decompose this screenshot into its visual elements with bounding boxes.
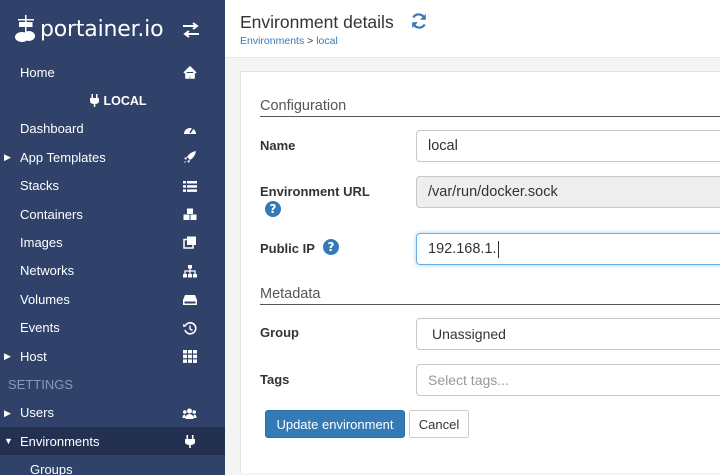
- breadcrumb-link-local[interactable]: local: [316, 35, 338, 47]
- environment-url-value: /var/run/docker.sock: [428, 184, 558, 200]
- group-select[interactable]: Unassigned: [416, 318, 720, 350]
- sidebar-environment-name: LOCAL: [0, 86, 225, 114]
- refresh-icon[interactable]: [410, 12, 428, 30]
- environment-form-card: Configuration Name local Environment URL…: [240, 71, 720, 473]
- tags-label: Tags: [260, 372, 290, 387]
- update-environment-button[interactable]: Update environment: [265, 410, 405, 438]
- environment-url-input: /var/run/docker.sock: [416, 176, 720, 208]
- rocket-icon: [184, 151, 196, 164]
- sidebar-item-host[interactable]: ▶ Host: [0, 342, 225, 370]
- cancel-button[interactable]: Cancel: [409, 410, 469, 438]
- help-icon[interactable]: ?: [265, 201, 281, 217]
- group-label: Group: [260, 325, 299, 340]
- th-icon: [183, 349, 197, 363]
- chevron-right-icon: ▶: [4, 407, 11, 418]
- cubes-icon: [183, 208, 197, 220]
- public-ip-value: 192.168.1.: [428, 241, 497, 257]
- sidebar: portainer.io Home LOCAL Dashboard ▶ App …: [0, 0, 225, 475]
- users-icon: [182, 408, 197, 419]
- public-ip-input[interactable]: 192.168.1.: [416, 233, 720, 265]
- sidebar-settings-header: SETTINGS: [8, 376, 74, 392]
- plug-icon: [90, 94, 100, 108]
- sitemap-icon: [183, 264, 197, 278]
- environment-url-label: Environment URL: [260, 184, 370, 199]
- page-header: Environment details Environments > local: [225, 0, 720, 58]
- sidebar-item-stacks[interactable]: Stacks: [0, 172, 225, 200]
- home-icon: [183, 66, 197, 79]
- chevron-down-icon: ▼: [4, 436, 13, 447]
- list-icon: [183, 180, 197, 192]
- logo[interactable]: portainer.io: [0, 0, 225, 58]
- history-icon: [183, 321, 197, 335]
- configuration-section-title: Configuration: [260, 98, 720, 117]
- chevron-right-icon: ▶: [4, 350, 11, 361]
- sidebar-item-volumes[interactable]: Volumes: [0, 285, 225, 313]
- tags-select[interactable]: Select tags...: [416, 364, 720, 396]
- sidebar-item-label: Groups: [30, 462, 73, 475]
- sidebar-item-events[interactable]: Events: [0, 314, 225, 342]
- name-input[interactable]: local: [416, 130, 720, 162]
- clone-icon: [183, 236, 196, 250]
- name-input-value: local: [428, 138, 458, 154]
- sidebar-toggle-icon[interactable]: [181, 22, 201, 38]
- main-content: Configuration Name local Environment URL…: [225, 58, 720, 475]
- sidebar-item-groups[interactable]: Groups: [0, 455, 225, 475]
- breadcrumb-link-environments[interactable]: Environments: [240, 35, 304, 47]
- plug-icon: [185, 435, 195, 449]
- chevron-right-icon: ▶: [4, 152, 11, 163]
- sidebar-item-users[interactable]: ▶ Users: [0, 399, 225, 427]
- metadata-section-title: Metadata: [260, 286, 720, 305]
- tachometer-icon: [184, 127, 196, 134]
- text-cursor: [497, 240, 499, 258]
- sidebar-item-environments[interactable]: ▼ Environments: [0, 427, 225, 456]
- help-icon[interactable]: ?: [323, 239, 339, 255]
- page-title: Environment details: [240, 12, 394, 32]
- environment-label: LOCAL: [103, 93, 147, 108]
- sidebar-item-home[interactable]: Home: [0, 58, 225, 86]
- sidebar-item-networks[interactable]: Networks: [0, 257, 225, 285]
- sidebar-item-containers[interactable]: Containers: [0, 200, 225, 228]
- group-select-value: Unassigned: [432, 326, 506, 342]
- sidebar-item-app-templates[interactable]: ▶ App Templates: [0, 143, 225, 171]
- sidebar-item-images[interactable]: Images: [0, 228, 225, 256]
- sidebar-item-dashboard[interactable]: Dashboard: [0, 115, 225, 143]
- logo-text: portainer.io: [40, 16, 164, 42]
- tags-placeholder: Select tags...: [428, 372, 509, 388]
- public-ip-label: Public IP: [260, 241, 315, 256]
- portainer-logo-icon: [15, 15, 35, 42]
- hdd-icon: [183, 295, 197, 306]
- breadcrumb: Environments > local: [240, 35, 338, 47]
- breadcrumb-separator: >: [307, 35, 317, 47]
- name-label: Name: [260, 138, 296, 153]
